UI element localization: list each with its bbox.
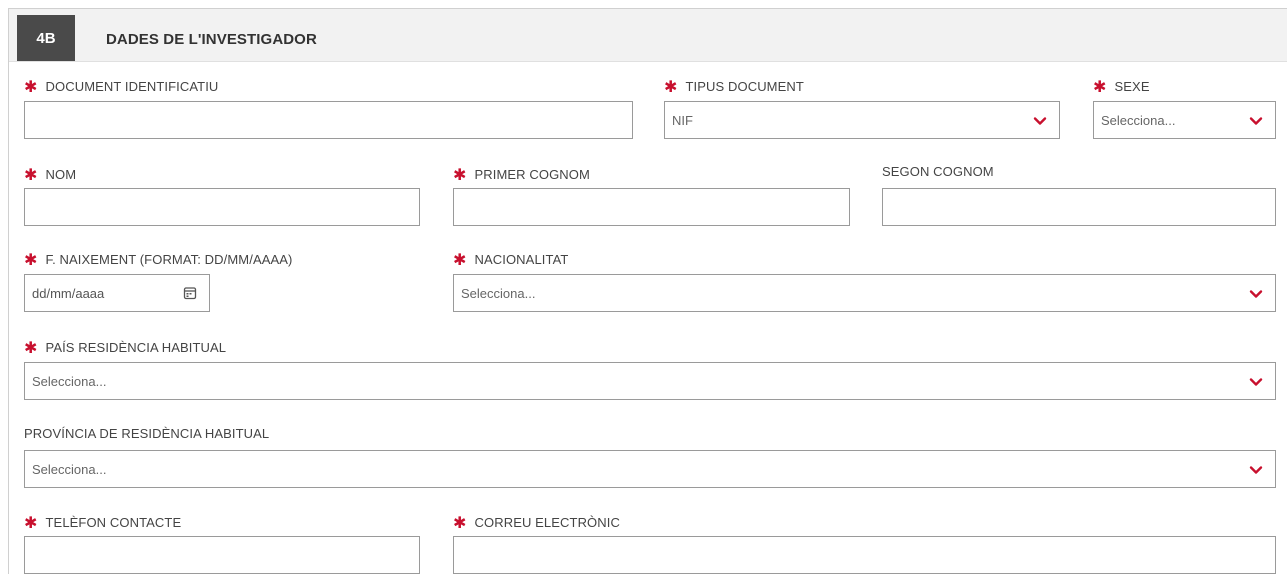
required-marker: ✱: [1093, 79, 1107, 96]
residence-country-label: ✱ PAÍS RESIDÈNCIA HABITUAL: [24, 340, 227, 357]
chevron-down-icon: [1033, 117, 1047, 125]
document-id-label: ✱ DOCUMENT IDENTIFICATIU: [24, 79, 219, 96]
chevron-down-icon: [1249, 117, 1263, 125]
chevron-down-icon: [1249, 290, 1263, 298]
section-title: DADES DE L'INVESTIGADOR: [106, 31, 317, 48]
required-marker: ✱: [664, 79, 678, 96]
chevron-down-icon: [1249, 378, 1263, 386]
section-number-badge: 4B: [17, 15, 75, 61]
document-id-input[interactable]: [24, 101, 633, 139]
nationality-select[interactable]: Selecciona...: [453, 274, 1276, 312]
section-header: 4B DADES DE L'INVESTIGADOR: [9, 9, 1287, 62]
first-surname-label: ✱ PRIMER COGNOM: [453, 167, 590, 184]
required-marker: ✱: [24, 340, 38, 357]
phone-label: ✱ TELÈFON CONTACTE: [24, 515, 182, 532]
second-surname-input[interactable]: [882, 188, 1276, 226]
required-marker: ✱: [24, 79, 38, 96]
email-input[interactable]: [453, 536, 1276, 574]
residence-province-label: PROVÍNCIA DE RESIDÈNCIA HABITUAL: [24, 426, 270, 441]
name-input[interactable]: [24, 188, 420, 226]
birth-date-input[interactable]: dd/mm/aaaa: [24, 274, 210, 312]
sex-select[interactable]: Selecciona...: [1093, 101, 1276, 139]
birth-date-label: ✱ F. NAIXEMENT (FORMAT: DD/MM/AAAA): [24, 252, 293, 269]
email-label: ✱ CORREU ELECTRÒNIC: [453, 515, 620, 532]
document-type-label: ✱ TIPUS DOCUMENT: [664, 79, 804, 96]
chevron-down-icon: [1249, 466, 1263, 474]
required-marker: ✱: [453, 252, 467, 269]
residence-country-select[interactable]: Selecciona...: [24, 362, 1276, 400]
required-marker: ✱: [453, 515, 467, 532]
calendar-icon[interactable]: [183, 286, 197, 300]
required-marker: ✱: [24, 167, 38, 184]
second-surname-label: SEGON COGNOM: [882, 164, 994, 179]
sex-label: ✱ SEXE: [1093, 79, 1150, 96]
first-surname-input[interactable]: [453, 188, 850, 226]
required-marker: ✱: [453, 167, 467, 184]
residence-province-select[interactable]: Selecciona...: [24, 450, 1276, 488]
required-marker: ✱: [24, 252, 38, 269]
document-type-select[interactable]: NIF: [664, 101, 1060, 139]
nationality-label: ✱ NACIONALITAT: [453, 252, 569, 269]
required-marker: ✱: [24, 515, 38, 532]
name-label: ✱ NOM: [24, 167, 77, 184]
phone-input[interactable]: [24, 536, 420, 574]
